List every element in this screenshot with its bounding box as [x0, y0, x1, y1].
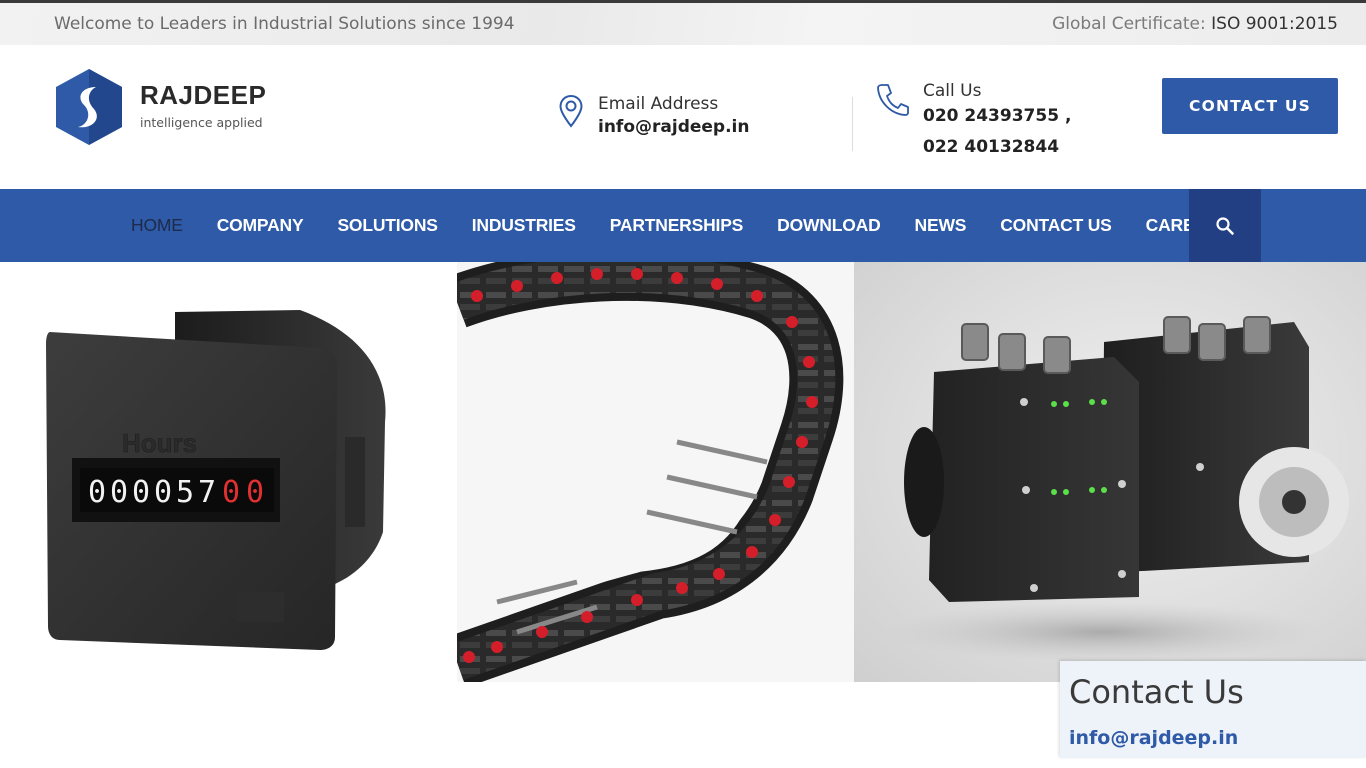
- search-button[interactable]: [1189, 189, 1261, 262]
- email-label: Email Address: [598, 94, 719, 114]
- phone-number-1[interactable]: 020 24393755 ,: [923, 106, 1071, 126]
- nav-item-news[interactable]: NEWS: [898, 189, 984, 262]
- svg-text:7: 7: [198, 475, 216, 510]
- main-nav: HOME COMPANY SOLUTIONS INDUSTRIES PARTNE…: [0, 189, 1366, 262]
- svg-text:Hours: Hours: [122, 428, 197, 458]
- svg-text:0: 0: [110, 475, 128, 510]
- site-header: RAJDEEP intelligence applied Email Addre…: [0, 45, 1366, 189]
- header-divider: [852, 97, 853, 151]
- nav-item-company[interactable]: COMPANY: [200, 189, 321, 262]
- call-label: Call Us: [923, 81, 982, 101]
- top-bar: Welcome to Leaders in Industrial Solutio…: [0, 0, 1366, 45]
- hour-counter-image: Hours 0 0 0 0 5 7 0 0: [0, 262, 457, 682]
- contact-widget-email[interactable]: info@rajdeep.in: [1069, 727, 1238, 749]
- nav-item-contact-us[interactable]: CONTACT US: [983, 189, 1128, 262]
- svg-text:0: 0: [246, 475, 264, 510]
- brand-tagline: intelligence applied: [140, 115, 263, 130]
- product-banner: Hours 0 0 0 0 5 7 0 0: [0, 262, 1366, 682]
- contact-widget-title: Contact Us: [1069, 673, 1244, 711]
- certificate-info: Global Certificate: ISO 9001:2015: [1052, 14, 1338, 34]
- welcome-text: Welcome to Leaders in Industrial Solutio…: [54, 14, 515, 34]
- contact-widget[interactable]: Contact Us info@rajdeep.in: [1060, 661, 1366, 758]
- phone-number-2[interactable]: 022 40132844: [923, 137, 1059, 157]
- email-link[interactable]: info@rajdeep.in: [598, 117, 749, 137]
- certificate-value: ISO 9001:2015: [1211, 14, 1338, 34]
- svg-text:0: 0: [88, 475, 106, 510]
- nav-item-industries[interactable]: INDUSTRIES: [455, 189, 593, 262]
- rajdeep-logo[interactable]: [52, 67, 126, 147]
- brand-name[interactable]: RAJDEEP: [140, 80, 266, 111]
- nav-item-partnerships[interactable]: PARTNERSHIPS: [593, 189, 760, 262]
- nav-item-home[interactable]: HOME: [114, 189, 200, 262]
- certificate-label: Global Certificate:: [1052, 14, 1206, 34]
- svg-text:0: 0: [132, 475, 150, 510]
- svg-text:0: 0: [222, 475, 240, 510]
- phone-icon: [877, 84, 909, 116]
- location-pin-icon: [559, 94, 583, 128]
- contact-us-button[interactable]: CONTACT US: [1162, 78, 1338, 134]
- svg-text:0: 0: [154, 475, 172, 510]
- nav-item-solutions[interactable]: SOLUTIONS: [320, 189, 454, 262]
- nav-items: HOME COMPANY SOLUTIONS INDUSTRIES PARTNE…: [114, 189, 1247, 262]
- encoder-motors-image: [854, 262, 1366, 682]
- nav-item-download[interactable]: DOWNLOAD: [760, 189, 897, 262]
- search-icon: [1216, 216, 1234, 235]
- svg-text:5: 5: [176, 475, 194, 510]
- cable-chain-image: [457, 262, 854, 682]
